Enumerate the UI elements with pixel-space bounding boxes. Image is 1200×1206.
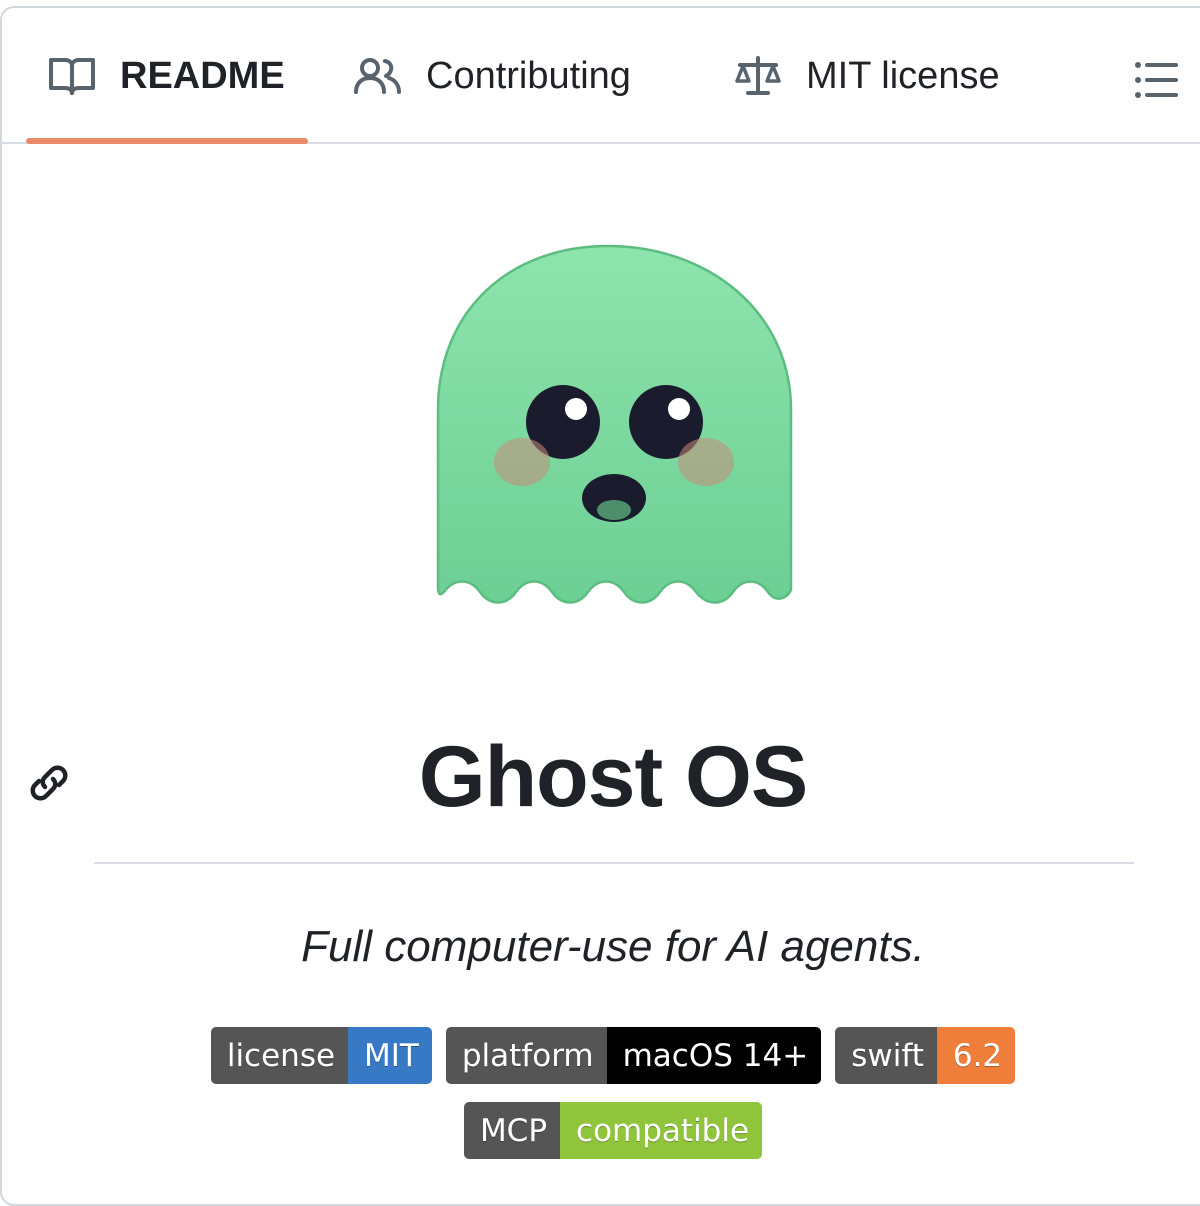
book-icon (48, 56, 96, 96)
tab-license-label: MIT license (806, 54, 1000, 97)
badge-value: MIT (348, 1027, 432, 1084)
mcp-badge[interactable]: MCP compatible (463, 1102, 763, 1159)
list-unordered-icon (1134, 60, 1178, 105)
law-icon (734, 55, 782, 97)
badge-label: license (210, 1027, 349, 1084)
badge-label: platform (445, 1027, 607, 1084)
badge-row: license MIT platform macOS 14+ swift 6.2 (0, 1027, 1200, 1084)
swift-badge[interactable]: swift 6.2 (835, 1027, 1016, 1084)
people-icon (354, 56, 402, 96)
tab-contributing[interactable]: Contributing (354, 8, 631, 144)
readme-title: Ghost OS (418, 729, 809, 825)
active-tab-indicator (26, 138, 308, 144)
tab-readme[interactable]: README (48, 8, 285, 144)
readme-tagline: Full computer-use for AI agents. (301, 922, 925, 971)
badge-row: MCP compatible (0, 1102, 1200, 1159)
tab-license[interactable]: MIT license (734, 8, 1000, 144)
ghost-logo (430, 240, 800, 620)
license-badge[interactable]: license MIT (210, 1027, 432, 1084)
outline-button[interactable] (1132, 58, 1180, 106)
platform-badge[interactable]: platform macOS 14+ (445, 1027, 822, 1084)
tab-contributing-label: Contributing (426, 54, 631, 97)
readme-tabbar: README Contributing MIT license (2, 8, 1200, 144)
heading-divider (94, 862, 1134, 864)
badge-value: macOS 14+ (606, 1027, 822, 1084)
badge-value: compatible (560, 1102, 763, 1159)
badge-value: 6.2 (936, 1027, 1016, 1084)
tab-readme-label: README (120, 54, 285, 97)
badge-label: MCP (463, 1102, 561, 1159)
badge-label: swift (835, 1027, 937, 1084)
